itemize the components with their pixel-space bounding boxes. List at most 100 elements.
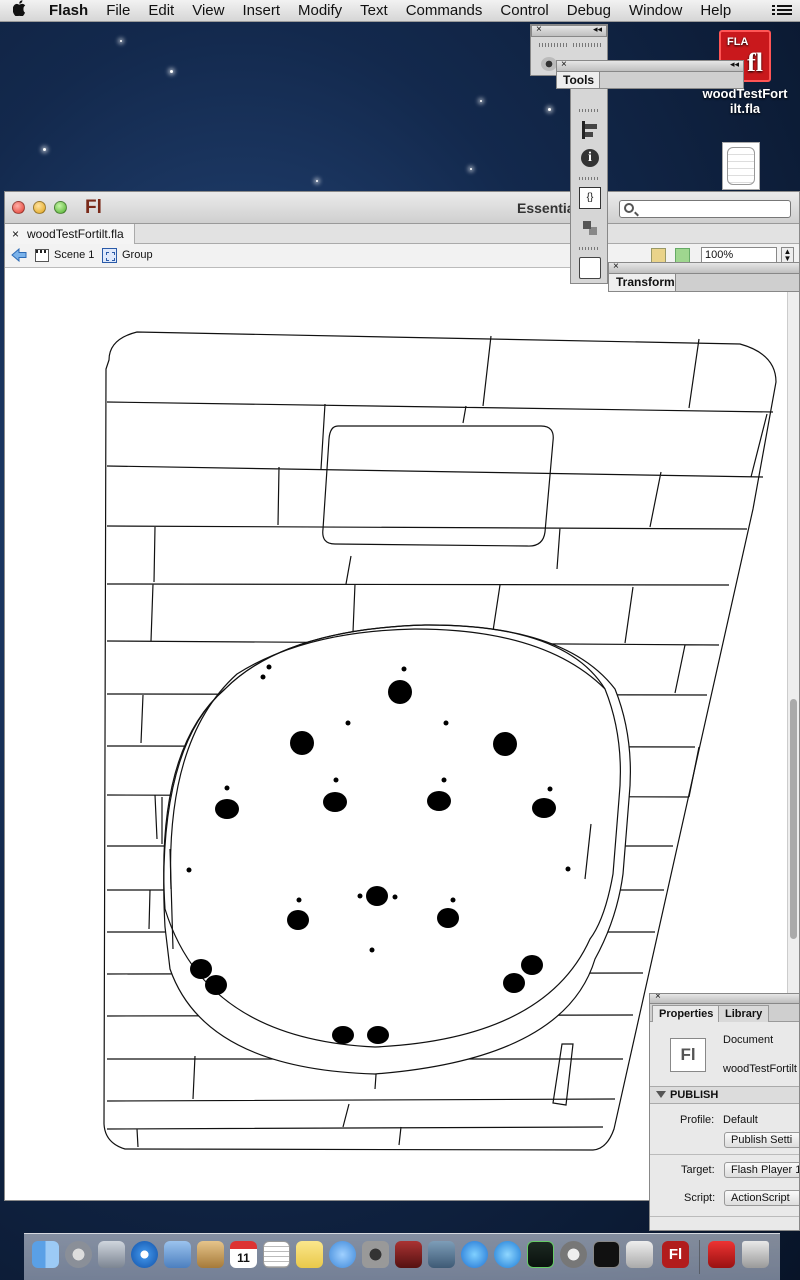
close-panel-icon[interactable]: × <box>536 24 542 35</box>
document-tab-label: woodTestFortilt.fla <box>27 227 124 241</box>
desktop-thumbnail[interactable] <box>722 142 760 190</box>
itunes-icon[interactable] <box>461 1241 488 1268</box>
breadcrumb-group[interactable]: Group <box>122 249 153 261</box>
properties-panel: × Properties Library Fl Document woodTes… <box>649 993 800 1231</box>
menu-modify[interactable]: Modify <box>289 2 351 19</box>
finder-icon[interactable] <box>32 1241 59 1268</box>
divider <box>650 1216 799 1217</box>
fla-badge: FLA <box>727 36 749 48</box>
contacts-icon[interactable] <box>197 1241 224 1268</box>
app-store-icon[interactable] <box>494 1241 521 1268</box>
menu-file[interactable]: File <box>97 2 139 19</box>
workspace-switcher[interactable]: Essentia <box>517 200 575 216</box>
close-tab-icon[interactable]: × <box>12 224 19 244</box>
star <box>470 168 472 170</box>
script-label: Script: <box>684 1192 716 1204</box>
flash-pro-icon[interactable]: Fl <box>662 1241 689 1268</box>
menu-text[interactable]: Text <box>351 2 397 19</box>
back-arrow-icon[interactable] <box>11 248 27 262</box>
publish-header-label: PUBLISH <box>670 1089 719 1101</box>
align-icon[interactable] <box>579 119 601 141</box>
grip-icon <box>579 177 599 180</box>
notes-icon[interactable] <box>296 1241 323 1268</box>
search-input[interactable] <box>619 200 791 218</box>
info-icon[interactable]: i <box>581 149 599 167</box>
iphoto-icon[interactable] <box>428 1241 455 1268</box>
facetime-icon[interactable] <box>362 1241 389 1268</box>
messages-icon[interactable] <box>329 1241 356 1268</box>
photo-booth-icon[interactable] <box>395 1241 422 1268</box>
components-icon[interactable] <box>579 217 601 239</box>
script-select[interactable]: ActionScript <box>724 1190 799 1206</box>
mission-control-icon[interactable] <box>98 1241 125 1268</box>
menu-help[interactable]: Help <box>691 2 740 19</box>
slot <box>552 1043 574 1106</box>
textedit-icon[interactable] <box>626 1241 653 1268</box>
tab-properties[interactable]: Properties <box>652 1005 721 1022</box>
list-menu-icon[interactable] <box>772 3 792 18</box>
panel-icon-strip: i {} <box>570 88 608 284</box>
target-select[interactable]: Flash Player 1 <box>724 1162 799 1178</box>
reminders-icon[interactable] <box>263 1241 290 1268</box>
activity-monitor-icon[interactable] <box>527 1241 554 1268</box>
transform-panel-header[interactable]: × <box>608 261 800 274</box>
selection-tool-icon[interactable] <box>541 57 557 71</box>
close-transform-icon[interactable]: × <box>613 261 619 272</box>
tab-library[interactable]: Library <box>718 1005 770 1022</box>
edit-scene-button[interactable] <box>651 248 666 263</box>
collapse-panel-icon[interactable]: ◂◂ <box>593 24 602 35</box>
search-icon <box>624 203 634 213</box>
star <box>548 108 551 111</box>
menu-bar: Flash File Edit View Insert Modify Text … <box>0 0 800 22</box>
properties-panel-header[interactable]: × <box>650 994 799 1004</box>
group-icon <box>102 248 117 263</box>
mail-icon[interactable] <box>164 1241 191 1268</box>
zoom-window-button[interactable] <box>54 201 67 214</box>
flash-player-icon[interactable] <box>708 1241 735 1268</box>
close-window-button[interactable] <box>12 201 25 214</box>
menu-view[interactable]: View <box>183 2 233 19</box>
trash-icon[interactable] <box>742 1241 769 1268</box>
document-type-label: Document <box>723 1034 774 1046</box>
menu-insert[interactable]: Insert <box>233 2 289 19</box>
terminal-icon[interactable] <box>593 1241 620 1268</box>
close-tools-icon[interactable]: × <box>561 59 567 70</box>
publish-settings-button[interactable]: Publish Setti <box>724 1132 799 1148</box>
tools-tab[interactable]: Tools <box>556 72 600 89</box>
edit-symbol-button[interactable] <box>675 248 690 263</box>
grip-icon <box>579 109 599 112</box>
disclosure-triangle-icon[interactable] <box>656 1091 666 1098</box>
panel-header[interactable]: × ◂◂ <box>531 24 607 37</box>
menu-control[interactable]: Control <box>491 2 557 19</box>
menu-flash[interactable]: Flash <box>40 2 97 19</box>
scrollbar-thumb[interactable] <box>790 699 797 939</box>
code-snippets-icon[interactable]: {} <box>579 187 601 209</box>
apple-menu-icon[interactable] <box>0 0 40 21</box>
properties-tab-bar: Properties Library <box>650 1004 799 1022</box>
publish-section-header[interactable]: PUBLISH <box>650 1086 799 1104</box>
launchpad-icon[interactable] <box>65 1241 92 1268</box>
project-folder-icon[interactable] <box>579 257 601 279</box>
close-properties-icon[interactable]: × <box>655 994 661 1002</box>
calendar-icon[interactable]: 11 <box>230 1241 257 1268</box>
tools-panel-header[interactable]: × ◂◂ <box>556 59 744 72</box>
menu-edit[interactable]: Edit <box>139 2 183 19</box>
minimize-window-button[interactable] <box>33 201 46 214</box>
star <box>170 70 173 73</box>
transform-tab-bar <box>676 274 800 292</box>
menu-commands[interactable]: Commands <box>397 2 492 19</box>
profile-value: Default <box>723 1114 758 1126</box>
document-name: woodTestFortilt <box>723 1063 797 1075</box>
transform-tab[interactable]: Transform <box>608 274 676 292</box>
menu-window[interactable]: Window <box>620 2 691 19</box>
document-tab[interactable]: × woodTestFortilt.fla <box>5 224 135 244</box>
transform-panel: × Transform <box>608 261 800 292</box>
menu-debug[interactable]: Debug <box>558 2 620 19</box>
flash-logo: Fl <box>85 197 102 218</box>
profile-label: Profile: <box>680 1114 715 1126</box>
system-preferences-icon[interactable] <box>560 1241 587 1268</box>
safari-icon[interactable] <box>131 1241 158 1268</box>
breadcrumb-scene[interactable]: Scene 1 <box>54 249 94 261</box>
collapse-tools-icon[interactable]: ◂◂ <box>730 59 739 70</box>
star <box>316 180 318 182</box>
